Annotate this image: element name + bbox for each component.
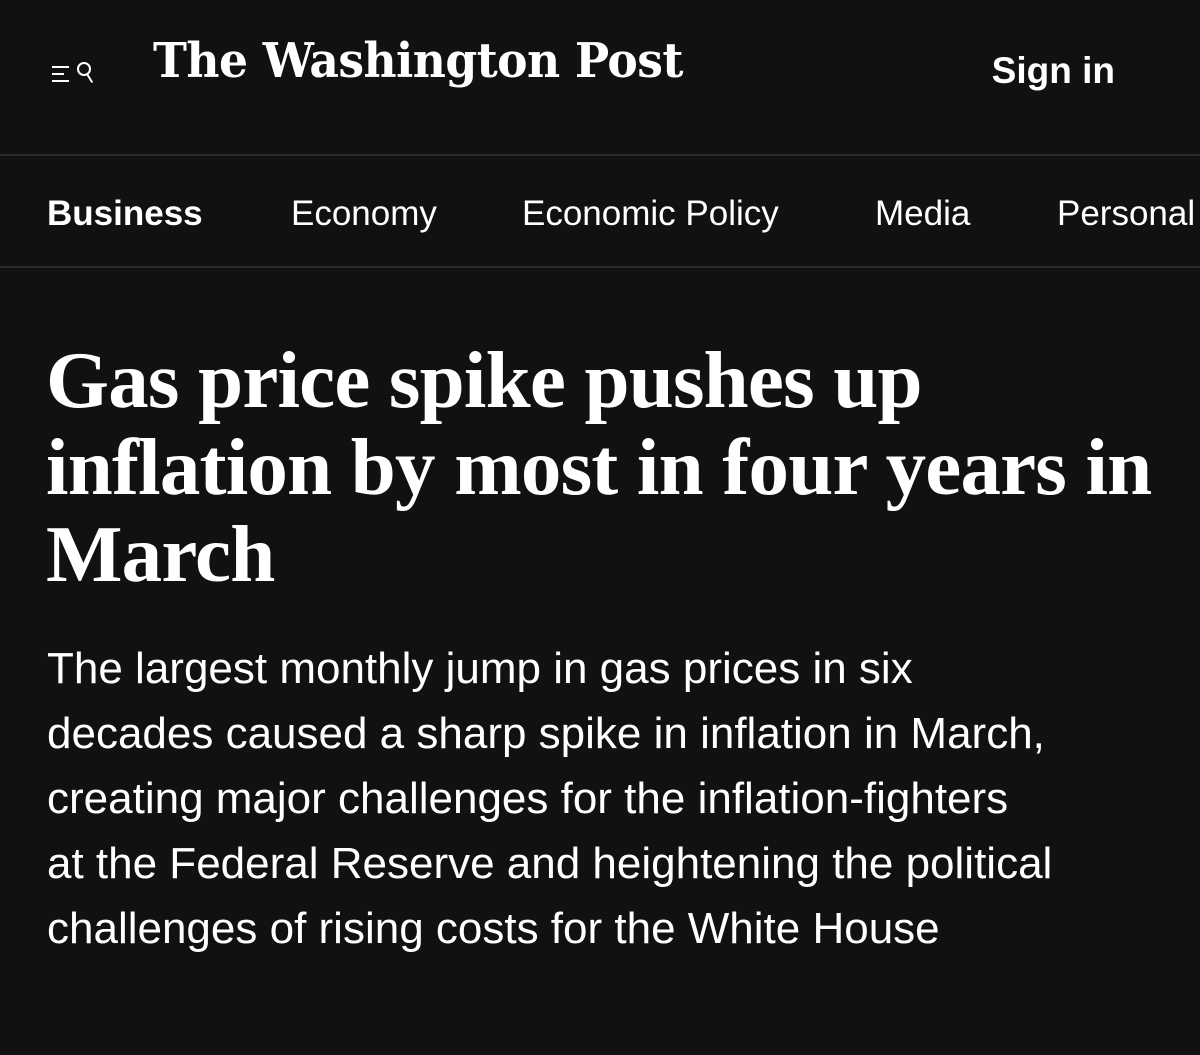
section-nav-item-personal[interactable]: Personal <box>1057 196 1195 231</box>
menu-icon <box>52 64 70 84</box>
section-nav-item-economy[interactable]: Economy <box>291 196 437 231</box>
sign-in-button[interactable]: Sign in <box>992 52 1115 89</box>
menu-search-button[interactable] <box>52 54 100 94</box>
section-nav-item-business[interactable]: Business <box>47 196 203 231</box>
article-headline: Gas price spike pushes up inflation by m… <box>46 335 1152 599</box>
masthead-logo[interactable]: The Washington Post <box>153 37 683 85</box>
site-header: The Washington Post Sign in <box>0 0 1200 156</box>
section-nav: Business Economy Economic Policy Media P… <box>0 156 1200 268</box>
section-nav-item-economic-policy[interactable]: Economic Policy <box>522 196 779 231</box>
search-icon <box>76 62 98 86</box>
section-nav-item-media[interactable]: Media <box>875 196 970 231</box>
page: The Washington Post Sign in Business Eco… <box>0 0 1200 1055</box>
article-dek: The largest monthly jump in gas prices i… <box>47 644 1053 953</box>
